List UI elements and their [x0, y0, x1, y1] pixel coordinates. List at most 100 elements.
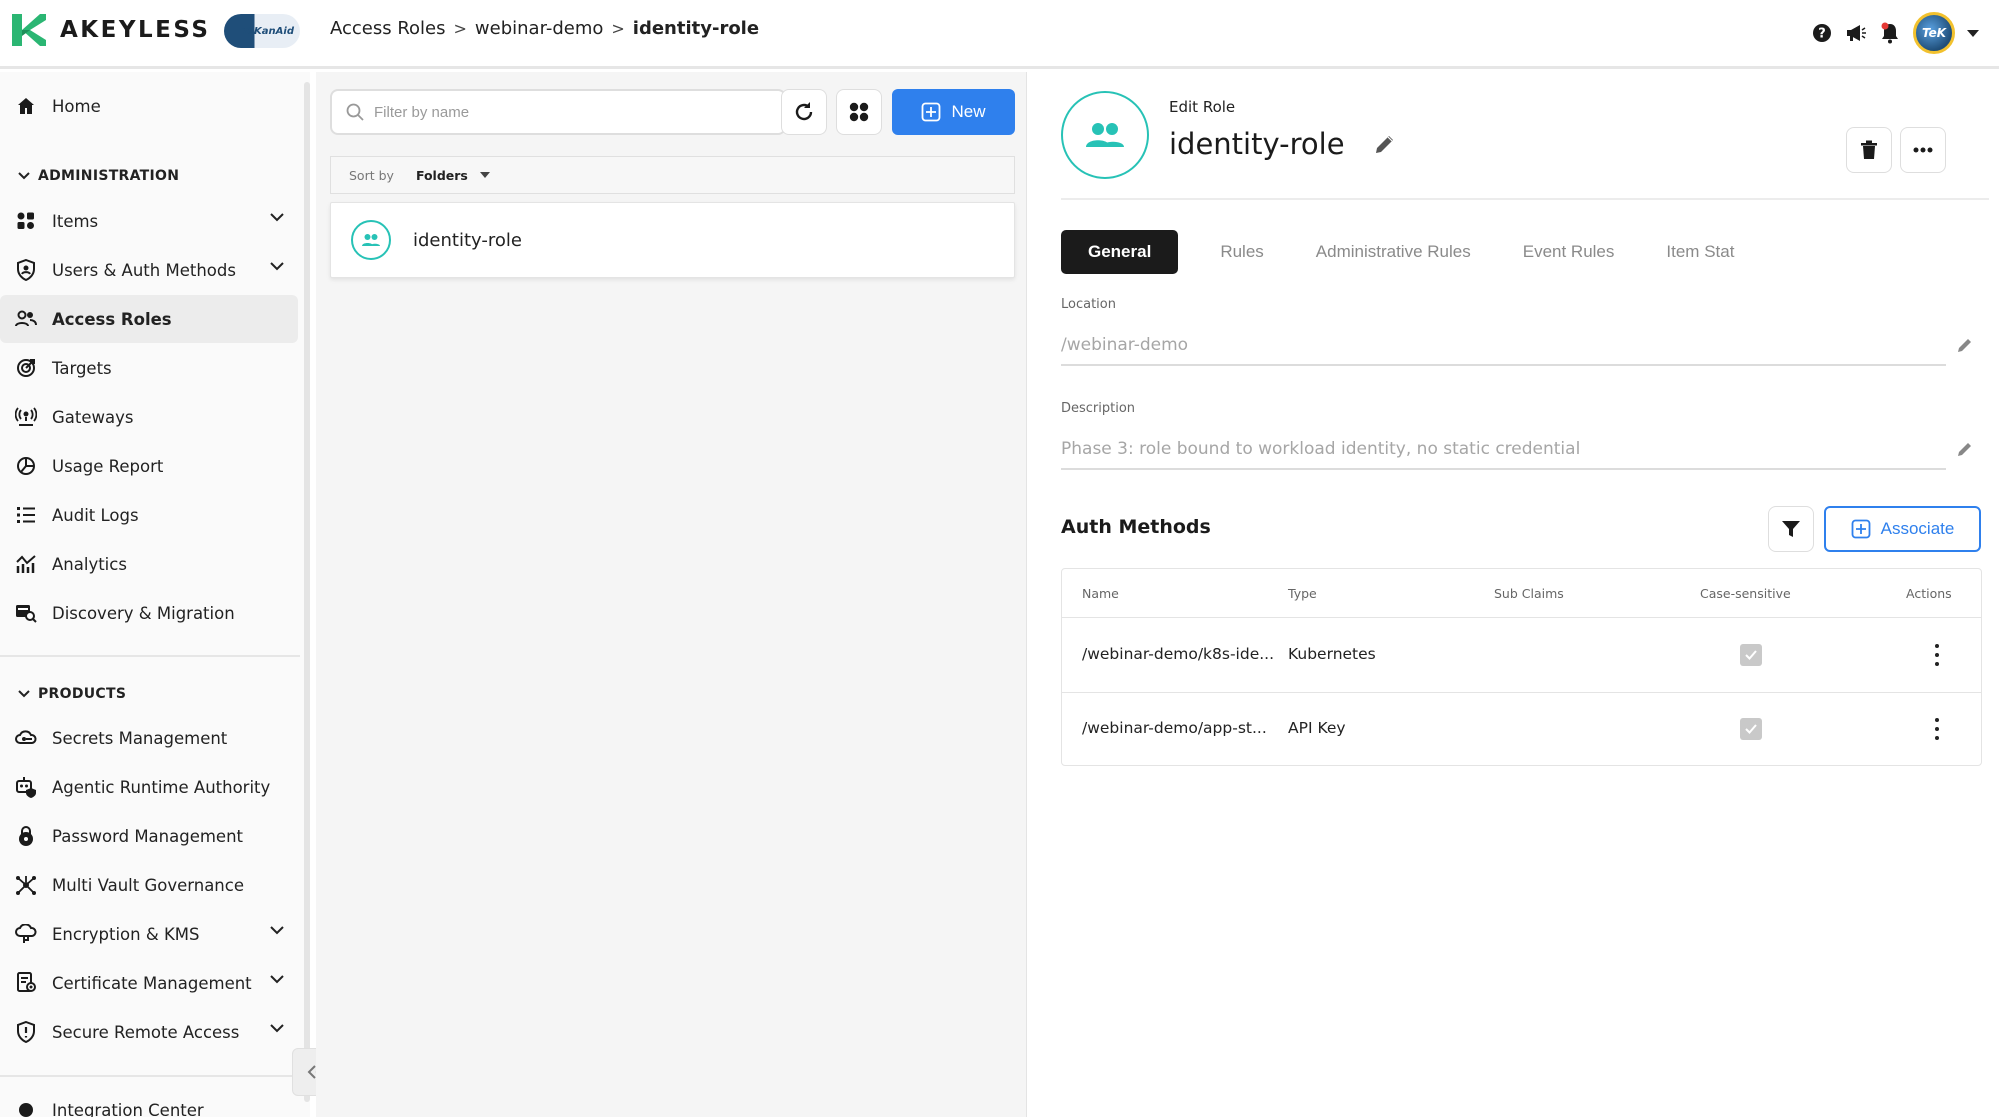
case-sensitive-checkbox[interactable]: [1740, 718, 1762, 740]
column-name[interactable]: Name: [1082, 586, 1119, 601]
analytics-icon: [14, 552, 38, 576]
announcement-icon[interactable]: [1845, 22, 1867, 44]
search-box[interactable]: [330, 89, 786, 135]
sidebar-item-agentic-runtime[interactable]: Agentic Runtime Authority: [0, 763, 298, 811]
key-cloud-icon: [14, 726, 38, 750]
sidebar-item-label: Secure Remote Access: [52, 1022, 240, 1042]
sidebar-item-label: Items: [52, 211, 99, 231]
breadcrumb-webinar-demo[interactable]: webinar-demo: [475, 18, 603, 39]
sidebar-item-targets[interactable]: Targets: [0, 344, 298, 392]
list-item-label: identity-role: [413, 229, 522, 251]
sidebar-item-users-auth[interactable]: Users & Auth Methods: [0, 246, 298, 294]
more-options-button[interactable]: [1900, 127, 1946, 173]
sort-select[interactable]: Folders: [416, 168, 468, 183]
sidebar-item-gateways[interactable]: Gateways: [0, 393, 298, 441]
roles-list-panel: New Sort by Folders identity-role: [316, 72, 1027, 1117]
grid-view-button[interactable]: [836, 89, 882, 135]
column-sub-claims[interactable]: Sub Claims: [1494, 586, 1564, 601]
sidebar-divider: [0, 655, 300, 657]
tab-item-stat[interactable]: Item Stat: [1640, 230, 1760, 274]
associate-label: Associate: [1880, 519, 1955, 538]
new-button-label: New: [951, 102, 986, 121]
location-field[interactable]: /webinar-demo: [1061, 326, 1946, 366]
sidebar-item-integration-center[interactable]: Integration Center: [0, 1086, 298, 1117]
auth-method-name[interactable]: /webinar-demo/k8s-ide...: [1082, 645, 1274, 663]
notifications-icon[interactable]: [1879, 22, 1901, 44]
tab-rules[interactable]: Rules: [1194, 230, 1289, 274]
filter-button[interactable]: [1768, 506, 1814, 552]
robot-shield-icon: [14, 775, 38, 799]
location-label: Location: [1061, 297, 1116, 312]
top-icons: ? TeK: [1811, 12, 1979, 54]
tab-administrative-rules[interactable]: Administrative Rules: [1290, 230, 1497, 274]
column-case-sensitive[interactable]: Case-sensitive: [1700, 586, 1791, 601]
auth-method-type: API Key: [1288, 719, 1346, 737]
description-field[interactable]: Phase 3: role bound to workload identity…: [1061, 430, 1946, 470]
tab-event-rules[interactable]: Event Rules: [1497, 230, 1641, 274]
edit-location-icon[interactable]: [1954, 334, 1976, 356]
header-divider: [1061, 198, 1989, 200]
sidebar-item-secure-remote-access[interactable]: Secure Remote Access: [0, 1008, 298, 1056]
sidebar-item-audit-logs[interactable]: Audit Logs: [0, 491, 298, 539]
list-icon: [14, 503, 38, 527]
sidebar-item-label: Encryption & KMS: [52, 924, 200, 944]
chevron-down-icon: [270, 262, 284, 271]
sidebar-item-home[interactable]: Home: [0, 82, 298, 130]
sidebar-item-access-roles[interactable]: Access Roles: [0, 295, 298, 343]
plus-square-icon: [1851, 519, 1871, 539]
filter-icon: [1782, 521, 1800, 537]
auth-methods-table: Name Type Sub Claims Case-sensitive Acti…: [1061, 568, 1982, 766]
sidebar-item-label: Discovery & Migration: [52, 603, 235, 623]
sidebar-item-items[interactable]: Items: [0, 197, 298, 245]
auth-method-name[interactable]: /webinar-demo/app-st...: [1082, 719, 1267, 737]
edit-role-caption: Edit Role: [1169, 98, 1236, 116]
user-avatar[interactable]: TeK: [1913, 12, 1955, 54]
edit-description-icon[interactable]: [1954, 438, 1976, 460]
sidebar-item-label: Access Roles: [52, 309, 172, 329]
sidebar-item-label: Certificate Management: [52, 973, 252, 993]
sidebar-item-usage-report[interactable]: Usage Report: [0, 442, 298, 490]
sidebar-item-discovery[interactable]: Discovery & Migration: [0, 589, 298, 637]
section-administration[interactable]: ADMINISTRATION: [18, 168, 179, 184]
list-item[interactable]: identity-role: [330, 202, 1015, 278]
sidebar-scrollbar[interactable]: [304, 82, 310, 1102]
section-title: ADMINISTRATION: [38, 168, 180, 184]
column-type[interactable]: Type: [1288, 586, 1317, 601]
auth-method-type: Kubernetes: [1288, 645, 1376, 663]
section-products[interactable]: PRODUCTS: [18, 686, 126, 702]
akeyless-logo[interactable]: AKEYLESS: [12, 14, 210, 46]
new-button[interactable]: New: [892, 89, 1015, 135]
cloud-key-icon: [14, 922, 38, 946]
row-actions-kebab-icon[interactable]: [1932, 644, 1942, 666]
sidebar-item-password-management[interactable]: Password Management: [0, 812, 298, 860]
pencil-icon[interactable]: [1373, 132, 1397, 156]
sidebar-item-label: Agentic Runtime Authority: [52, 777, 271, 797]
role-title: identity-role: [1169, 127, 1397, 161]
table-row[interactable]: /webinar-demo/app-st... API Key: [1062, 693, 1981, 766]
row-actions-kebab-icon[interactable]: [1932, 718, 1942, 740]
caret-down-icon[interactable]: [479, 172, 490, 178]
search-input[interactable]: [374, 103, 754, 121]
role-avatar: [1061, 91, 1149, 179]
chevron-down-icon: [270, 213, 284, 222]
breadcrumb-access-roles[interactable]: Access Roles: [330, 18, 446, 39]
help-icon[interactable]: ?: [1811, 22, 1833, 44]
tab-general[interactable]: General: [1061, 230, 1179, 274]
sidebar-item-label: Audit Logs: [52, 505, 139, 525]
sidebar-divider: [0, 1075, 300, 1077]
table-row[interactable]: /webinar-demo/k8s-ide... Kubernetes: [1062, 619, 1981, 692]
sidebar-item-analytics[interactable]: Analytics: [0, 540, 298, 588]
sidebar-item-multi-vault[interactable]: Multi Vault Governance: [0, 861, 298, 909]
associate-button[interactable]: Associate: [1824, 506, 1981, 552]
delete-button[interactable]: [1846, 127, 1892, 173]
refresh-button[interactable]: [781, 89, 827, 135]
role-detail-panel: Edit Role identity-role General Rules Ad…: [1028, 72, 1999, 1117]
sidebar-item-certificate-management[interactable]: Certificate Management: [0, 959, 298, 1007]
sidebar-item-secrets-management[interactable]: Secrets Management: [0, 714, 298, 762]
case-sensitive-checkbox[interactable]: [1740, 644, 1762, 666]
chevron-down-icon: [270, 1024, 284, 1033]
caret-down-icon[interactable]: [1967, 29, 1979, 37]
sidebar-item-label: Users & Auth Methods: [52, 260, 236, 280]
breadcrumb-identity-role: identity-role: [632, 18, 760, 39]
sidebar-item-encryption-kms[interactable]: Encryption & KMS: [0, 910, 298, 958]
